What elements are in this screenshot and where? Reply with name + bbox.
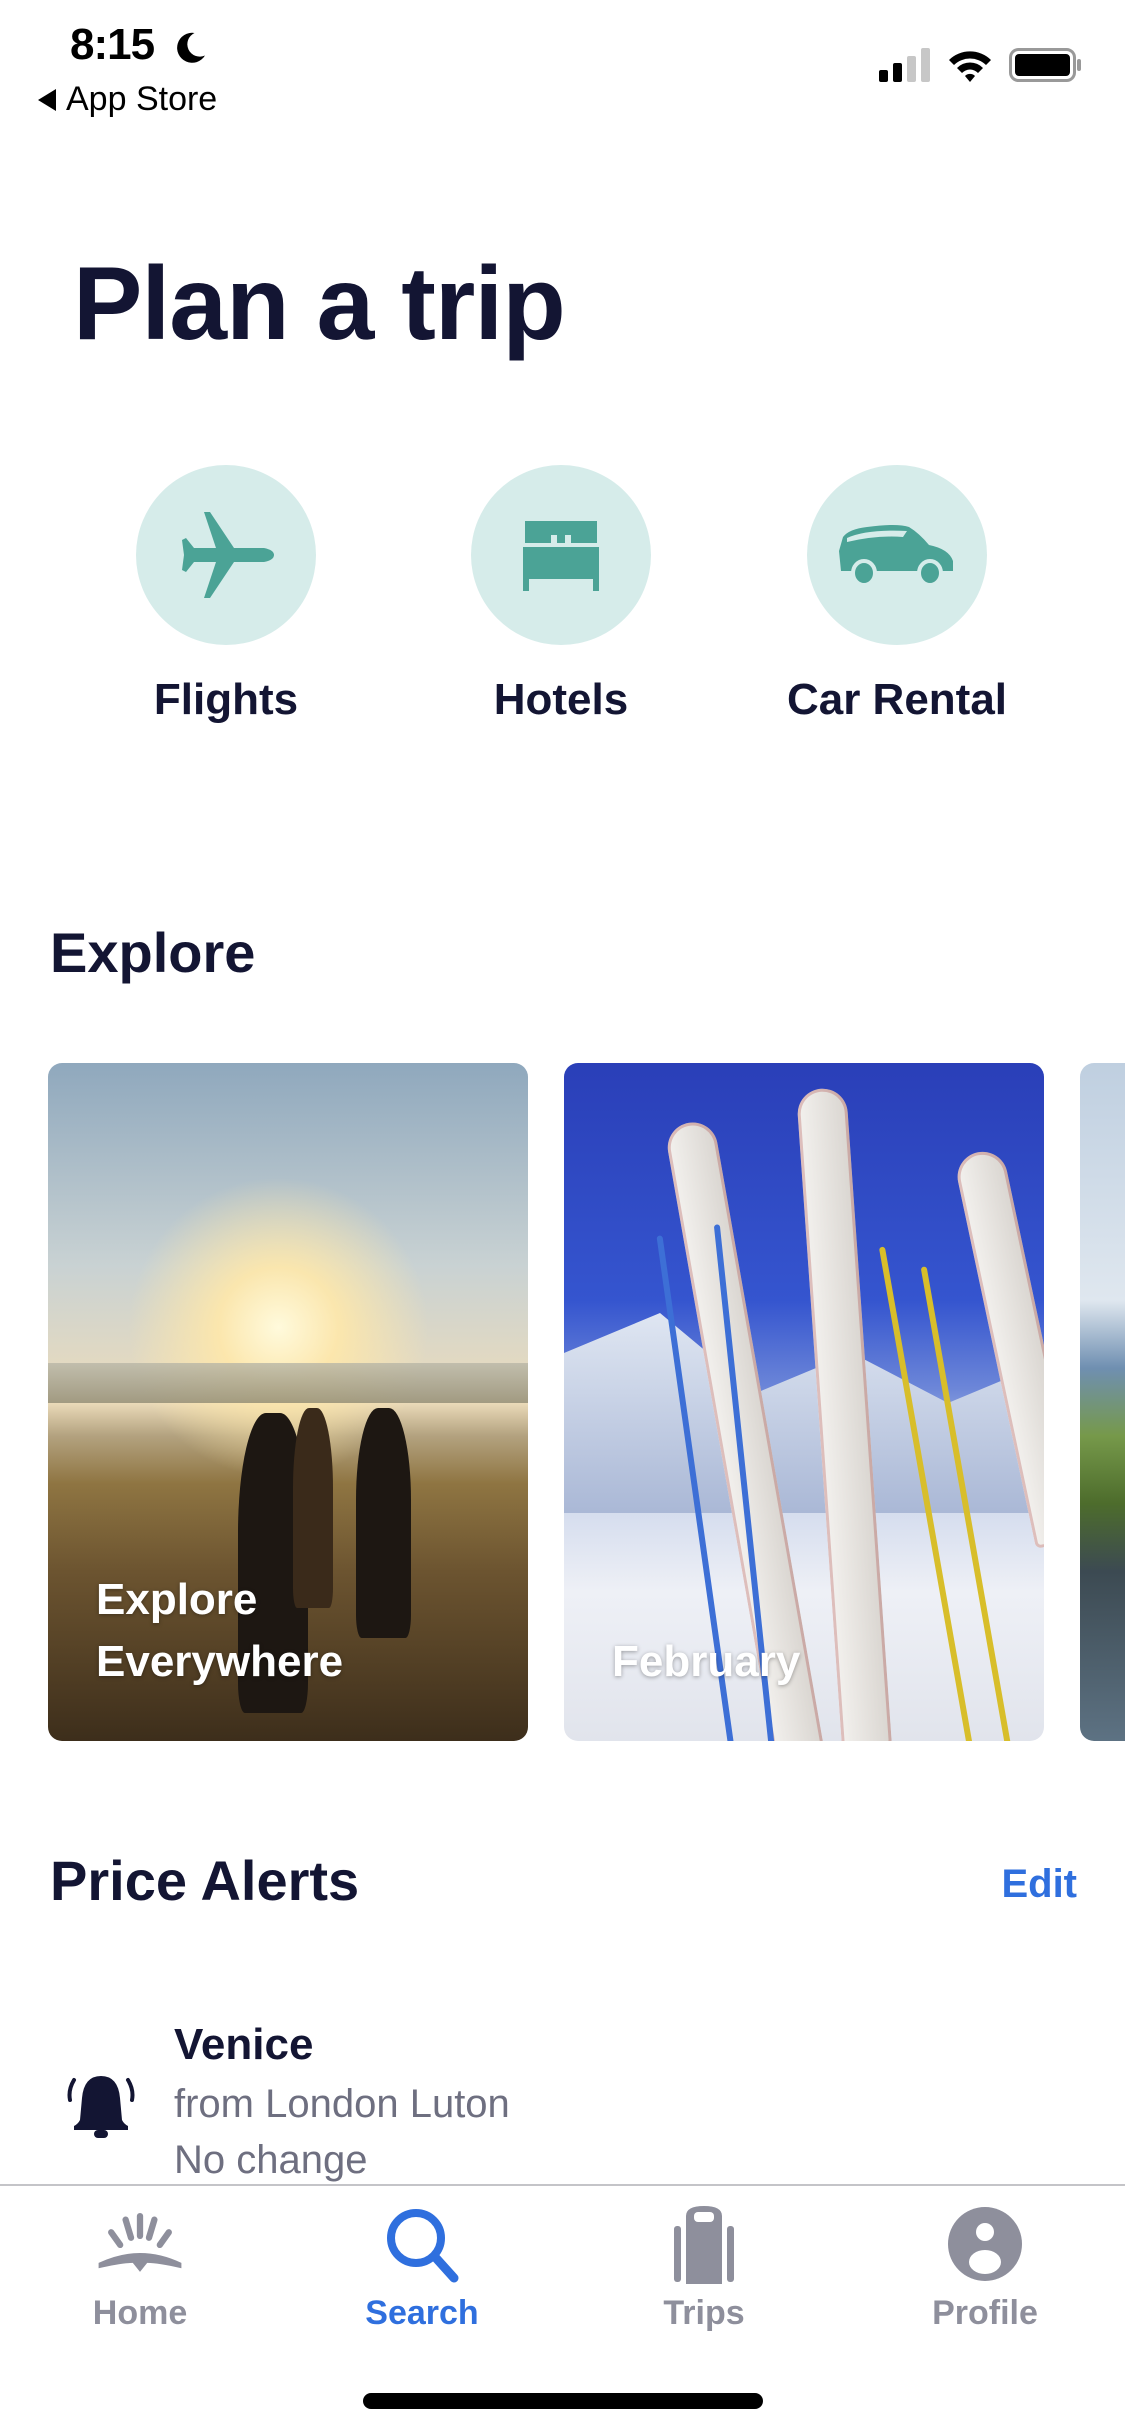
explore-card-label: February bbox=[612, 1637, 801, 1686]
vertical-car-rental[interactable]: Car Rental bbox=[747, 465, 1047, 725]
signal-icon bbox=[879, 48, 930, 82]
page-title: Plan a trip bbox=[73, 246, 566, 362]
status-time: 8:15 bbox=[70, 20, 155, 69]
tab-trips[interactable]: Trips bbox=[604, 2204, 804, 2333]
explore-card-partial[interactable] bbox=[1080, 1063, 1125, 1741]
profile-icon bbox=[948, 2207, 1022, 2281]
tab-profile-label: Profile bbox=[932, 2294, 1038, 2332]
luggage-icon bbox=[674, 2206, 734, 2284]
tab-trips-label: Trips bbox=[663, 2294, 745, 2332]
price-alerts-title: Price Alerts bbox=[50, 1849, 360, 1912]
explore-card-february[interactable]: February bbox=[564, 1063, 1044, 1741]
car-rental-label[interactable]: Car Rental bbox=[747, 675, 1047, 725]
tab-search-label: Search bbox=[365, 2294, 479, 2332]
back-to-app-store[interactable]: App Store bbox=[38, 80, 217, 119]
moon-icon bbox=[177, 32, 205, 63]
explore-card-everywhere[interactable]: Explore Everywhere bbox=[48, 1063, 528, 1741]
airplane-icon bbox=[182, 512, 274, 598]
card-image-figure bbox=[356, 1408, 411, 1638]
back-app-label: App Store bbox=[66, 80, 218, 118]
card-image-sea bbox=[48, 1363, 528, 1403]
car-icon bbox=[839, 525, 953, 587]
vertical-flights[interactable]: Flights bbox=[76, 465, 376, 725]
home-indicator[interactable] bbox=[363, 2393, 763, 2409]
tab-home-label: Home bbox=[92, 2294, 188, 2332]
vertical-hotels[interactable]: Hotels bbox=[411, 465, 711, 725]
back-triangle-icon bbox=[38, 88, 56, 111]
alert-city: Venice bbox=[174, 2020, 314, 2069]
edit-alerts-button[interactable]: Edit bbox=[1001, 1862, 1077, 1907]
bed-icon bbox=[523, 521, 599, 591]
flights-icon-circle[interactable] bbox=[136, 465, 316, 645]
tab-profile[interactable]: Profile bbox=[885, 2204, 1085, 2333]
car-rental-icon-circle[interactable] bbox=[807, 465, 987, 645]
explore-card-label: Explore Everywhere bbox=[96, 1575, 344, 1686]
explore-title: Explore bbox=[50, 921, 256, 984]
tab-search[interactable]: Search bbox=[322, 2204, 522, 2333]
flights-label[interactable]: Flights bbox=[76, 675, 376, 725]
alert-origin: from London Luton bbox=[174, 2082, 510, 2126]
hotels-icon-circle[interactable] bbox=[471, 465, 651, 645]
hotels-label[interactable]: Hotels bbox=[411, 675, 711, 725]
home-sunrise-icon bbox=[98, 2212, 182, 2272]
bell-icon bbox=[67, 2076, 135, 2138]
status-indicators bbox=[879, 48, 1083, 82]
tab-home[interactable]: Home bbox=[40, 2204, 240, 2333]
card-image-mountain bbox=[564, 1313, 1044, 1513]
battery-icon bbox=[1009, 48, 1081, 82]
search-icon bbox=[387, 2209, 459, 2283]
explore-carousel[interactable]: Explore Everywhere February bbox=[48, 1063, 1125, 1741]
alert-status: No change bbox=[174, 2138, 368, 2182]
wifi-icon bbox=[949, 51, 991, 82]
